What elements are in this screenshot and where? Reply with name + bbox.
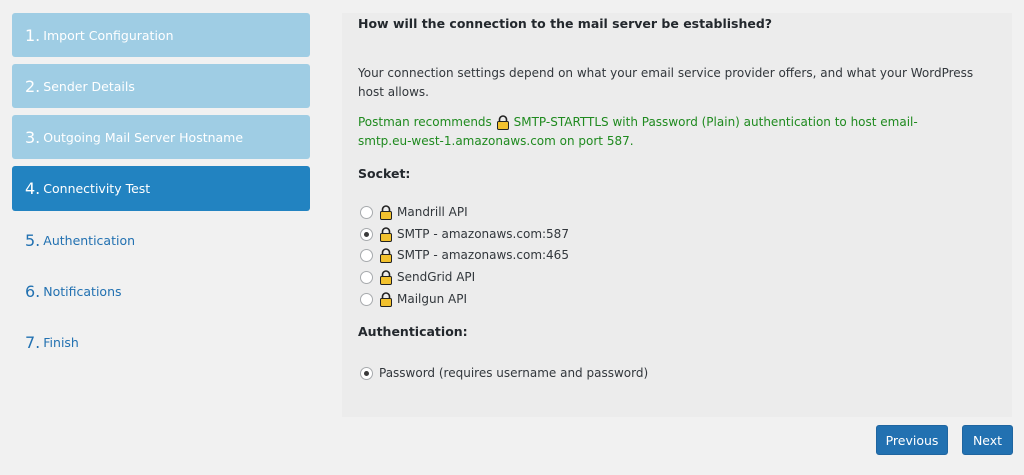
socket-option-label: Mailgun API: [397, 292, 468, 306]
step-number: 2.: [25, 76, 41, 96]
step-label: Finish: [43, 334, 79, 350]
step-number: 1.: [25, 25, 41, 45]
auth-radio-selected[interactable]: [360, 366, 373, 380]
step-finish[interactable]: 7. Finish: [12, 320, 310, 364]
socket-option-label: SendGrid API: [397, 270, 476, 284]
step-authentication[interactable]: 5. Authentication: [12, 218, 310, 262]
auth-option-password[interactable]: Password (requires username and password…: [360, 364, 648, 382]
recommendation-prefix: Postman recommends: [358, 115, 496, 129]
lock-icon: [380, 269, 392, 285]
step-sender-details[interactable]: 2. Sender Details: [12, 64, 310, 108]
recommendation-text: Postman recommends SMTP-STARTTLS with Pa…: [358, 113, 958, 151]
step-label: Authentication: [43, 232, 136, 248]
socket-title: Socket:: [358, 166, 411, 181]
socket-radio-selected[interactable]: [360, 227, 373, 241]
lock-icon: [380, 204, 392, 220]
lock-icon: [380, 291, 392, 307]
lock-icon: [380, 226, 392, 242]
step-connectivity-test[interactable]: 4. Connectivity Test: [12, 166, 310, 211]
authentication-title: Authentication:: [358, 324, 468, 339]
socket-option-label: Mandrill API: [397, 205, 468, 219]
connection-description: Your connection settings depend on what …: [358, 66, 974, 99]
step-number: 3.: [25, 127, 41, 147]
connectivity-panel: How will the connection to the mail serv…: [342, 13, 1012, 417]
auth-option-label: Password (requires username and password…: [379, 366, 649, 380]
socket-radio[interactable]: [360, 292, 373, 306]
step-label: Notifications: [43, 283, 122, 299]
lock-icon: [496, 115, 509, 130]
socket-radio[interactable]: [360, 248, 373, 262]
step-label: Outgoing Mail Server Hostname: [43, 129, 244, 145]
socket-option-label: SMTP - amazonaws.com:587: [397, 227, 569, 241]
step-notifications[interactable]: 6. Notifications: [12, 269, 310, 313]
socket-radio[interactable]: [360, 270, 373, 284]
step-label: Import Configuration: [43, 27, 174, 43]
step-number: 7.: [25, 332, 41, 352]
step-number: 6.: [25, 281, 41, 301]
step-import-configuration[interactable]: 1. Import Configuration: [12, 13, 310, 57]
socket-option-smtp-465[interactable]: SMTP - amazonaws.com:465: [360, 246, 569, 264]
wizard-steps: 1. Import Configuration 2. Sender Detail…: [12, 13, 310, 371]
page-question: How will the connection to the mail serv…: [358, 16, 773, 31]
socket-radio[interactable]: [360, 205, 373, 219]
step-label: Connectivity Test: [43, 181, 151, 196]
socket-option-label: SMTP - amazonaws.com:465: [397, 248, 569, 262]
lock-icon: [380, 247, 392, 263]
step-outgoing-mail-server-hostname[interactable]: 3. Outgoing Mail Server Hostname: [12, 115, 310, 159]
step-number: 5.: [25, 230, 41, 250]
socket-option-sendgrid[interactable]: SendGrid API: [360, 268, 475, 286]
next-button[interactable]: Next: [962, 425, 1013, 455]
previous-button[interactable]: Previous: [876, 425, 948, 455]
socket-option-mandrill[interactable]: Mandrill API: [360, 203, 468, 221]
step-label: Sender Details: [43, 78, 135, 94]
socket-option-smtp-587[interactable]: SMTP - amazonaws.com:587: [360, 225, 569, 243]
step-number: 4.: [25, 179, 41, 198]
socket-option-mailgun[interactable]: Mailgun API: [360, 290, 467, 308]
